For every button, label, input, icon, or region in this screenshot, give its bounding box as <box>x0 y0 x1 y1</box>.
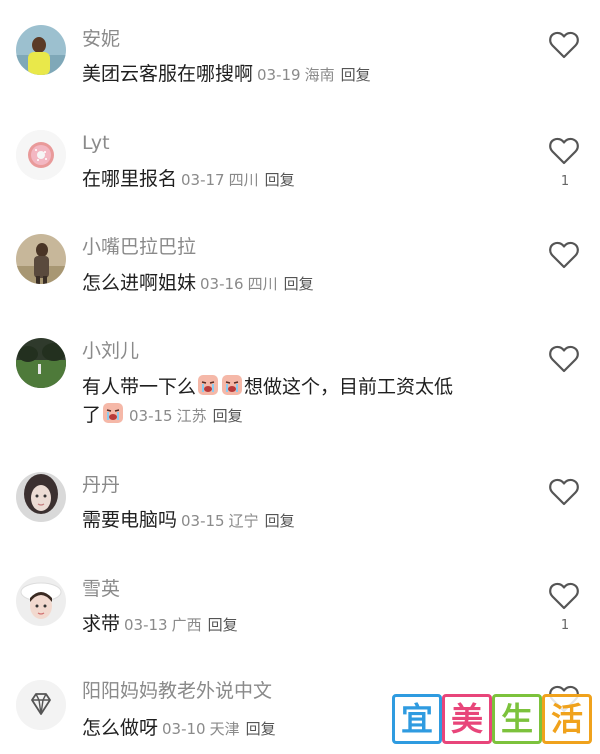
comment-date: 03-16 <box>200 275 244 293</box>
comment-date: 03-19 <box>257 66 301 84</box>
avatar[interactable] <box>16 680 66 730</box>
comment-body-line-2: 了 03-15 江苏 回复 <box>82 402 243 428</box>
comment-date: 03-15 <box>181 512 225 530</box>
reply-button[interactable]: 回复 <box>265 171 295 189</box>
like-count: 1 <box>560 174 570 189</box>
username[interactable]: 小嘴巴拉巴拉 <box>82 238 196 257</box>
username[interactable]: 丹丹 <box>82 476 120 495</box>
comment-body: 美团云客服在哪搜啊 03-19 海南 回复 <box>82 62 371 87</box>
comment-location: 江苏 <box>176 407 207 425</box>
avatar-donut-image <box>16 130 66 180</box>
comment-text: 需要电脑吗 <box>82 509 178 531</box>
comment-text: 有人带一下么 <box>82 376 197 398</box>
comment-text: 怎么进啊姐妹 <box>82 272 197 294</box>
avatar[interactable] <box>16 338 66 388</box>
comment-body: 在哪里报名 03-17 四川 回复 <box>82 167 295 192</box>
comment-location: 四川 <box>247 275 278 293</box>
avatar[interactable] <box>16 234 66 284</box>
comment-date: 03-15 <box>129 407 173 425</box>
crying-face-emoji-icon <box>222 375 243 395</box>
comment-body-line-1: 有人带一下么 想做这个，目前工资太低 <box>82 374 453 400</box>
avatar[interactable] <box>16 576 66 626</box>
watermark-char-text: 生 <box>500 700 533 738</box>
comment-body: 怎么进啊姐妹 03-16 四川 回复 <box>82 271 314 296</box>
comment-text: 怎么做呀 <box>82 717 159 739</box>
comment-location: 四川 <box>228 171 259 189</box>
comment-text: 美团云客服在哪搜啊 <box>82 63 254 85</box>
avatar[interactable] <box>16 130 66 180</box>
watermark-char-text: 活 <box>550 700 583 738</box>
reply-button[interactable]: 回复 <box>341 66 371 84</box>
heart-outline-icon[interactable] <box>548 240 580 270</box>
watermark-char-text: 美 <box>450 700 483 738</box>
diamond-icon <box>16 680 66 730</box>
heart-outline-icon[interactable] <box>548 477 580 507</box>
watermark-char: 生 <box>492 694 542 744</box>
avatar[interactable] <box>16 25 66 75</box>
comment-date: 03-13 <box>124 616 168 634</box>
heart-outline-icon[interactable] <box>548 136 580 166</box>
avatar-photo <box>16 25 66 75</box>
heart-outline-icon[interactable] <box>548 581 580 611</box>
username[interactable]: 小刘儿 <box>82 342 139 361</box>
reply-button[interactable]: 回复 <box>284 275 314 293</box>
crying-face-emoji-icon <box>198 375 219 395</box>
reply-button[interactable]: 回复 <box>213 407 243 425</box>
comment-body: 怎么做呀 03-10 天津 回复 <box>82 716 276 741</box>
comment-item: 雪英 求带 03-13 广西 回复 1 <box>0 554 600 658</box>
comment-item: 小刘儿 有人带一下么 想做这个，目前工资太低 了 03-15 江苏 回复 <box>0 312 600 450</box>
comment-location: 海南 <box>304 66 335 84</box>
avatar[interactable] <box>16 472 66 522</box>
comment-location: 天津 <box>209 720 240 738</box>
comment-body: 需要电脑吗 03-15 辽宁 回复 <box>82 508 295 533</box>
reply-button[interactable]: 回复 <box>265 512 295 530</box>
reply-button[interactable]: 回复 <box>246 720 276 738</box>
comment-item: Lyt 在哪里报名 03-17 四川 回复 1 <box>0 104 600 208</box>
avatar-photo <box>16 472 66 522</box>
comment-text: 在哪里报名 <box>82 168 178 190</box>
watermark-logo: 宜 美 生 活 <box>392 694 592 744</box>
username[interactable]: 安妮 <box>82 30 120 49</box>
comment-item: 小嘴巴拉巴拉 怎么进啊姐妹 03-16 四川 回复 <box>0 208 600 312</box>
comment-location: 辽宁 <box>228 512 259 530</box>
username[interactable]: 阳阳妈妈教老外说中文 <box>82 682 272 701</box>
crying-face-emoji-icon <box>103 403 124 423</box>
heart-outline-icon[interactable] <box>548 344 580 374</box>
username[interactable]: 雪英 <box>82 580 120 599</box>
comment-date: 03-17 <box>181 171 225 189</box>
watermark-char: 宜 <box>392 694 442 744</box>
comment-location: 广西 <box>171 616 202 634</box>
avatar-photo <box>16 234 66 284</box>
comment-item: 安妮 美团云客服在哪搜啊 03-19 海南 回复 <box>0 0 600 104</box>
watermark-char: 美 <box>442 694 492 744</box>
comment-text-continued: 想做这个，目前工资太低 <box>244 376 454 398</box>
avatar-photo <box>16 338 66 388</box>
watermark-char: 活 <box>542 694 592 744</box>
avatar-photo <box>16 576 66 626</box>
comment-body: 求带 03-13 广西 回复 <box>82 612 238 637</box>
heart-outline-icon[interactable] <box>548 30 580 60</box>
comment-text: 求带 <box>82 613 121 635</box>
reply-button[interactable]: 回复 <box>208 616 238 634</box>
comment-date: 03-10 <box>162 720 206 738</box>
like-count: 1 <box>560 618 570 633</box>
comment-item: 丹丹 需要电脑吗 03-15 辽宁 回复 <box>0 450 600 554</box>
comment-text-end: 了 <box>82 404 102 426</box>
username[interactable]: Lyt <box>82 134 110 153</box>
watermark-char-text: 宜 <box>400 700 433 738</box>
